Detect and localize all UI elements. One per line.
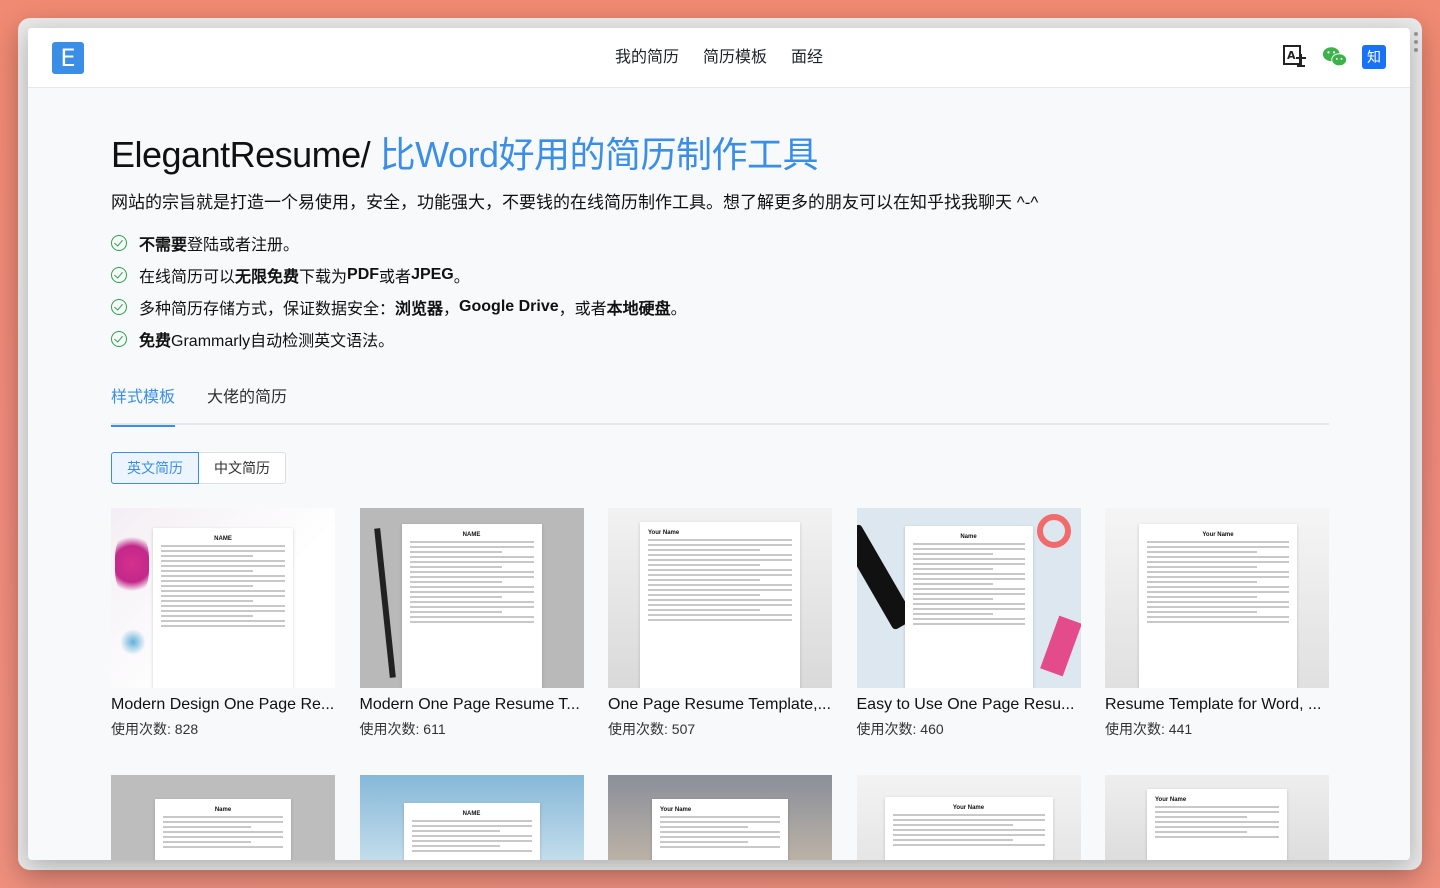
resume-paper: NAME [403,803,540,860]
check-circle-icon [111,267,127,283]
template-title[interactable]: Modern Design One Page Re... [111,696,335,714]
template-card[interactable]: Your Name [856,775,1081,860]
template-thumbnail[interactable]: Name [111,775,335,860]
resume-paper: Name [904,526,1033,688]
chinese-resume-button[interactable]: 中文简历 [199,452,286,484]
main-nav: 我的简历 简历模板 面经 [28,28,1410,88]
template-card[interactable]: Your Name [1105,775,1329,860]
template-grid: NAME Modern Design One Page Re... 使用次数: … [111,508,1331,860]
template-tabs: 样式模板 大佬的简历 [111,380,1329,427]
feature-item: 多种简历存储方式，保证数据安全： 浏览器， Google Drive ，或者 本地硬盘。 [111,291,1038,323]
template-thumbnail[interactable]: Your Name [1105,775,1329,860]
english-resume-button[interactable]: 英文简历 [111,452,199,484]
usage-count: 使用次数: 441 [1105,721,1193,737]
usage-count: 使用次数: 611 [359,721,446,737]
wechat-icon[interactable] [1322,44,1348,70]
resume-paper: Your Name [652,799,788,860]
resume-paper: NAME [153,528,293,688]
app-window: E 我的简历 简历模板 面经 A 知 ElegantResume/ 比Word好… [28,28,1410,860]
translate-icon[interactable]: A [1282,44,1308,70]
nav-interviews[interactable]: 面经 [791,28,823,88]
template-thumbnail[interactable]: Your Name [608,508,832,688]
decor-splash [115,532,149,596]
decor-pencil [373,528,396,678]
template-title[interactable]: Easy to Use One Page Resu... [857,696,1081,714]
check-circle-icon [111,331,127,347]
template-thumbnail[interactable]: NAME [359,508,584,688]
feature-item: 在线简历可以 无限免费 下载为 PDF 或者 JPEG。 [111,259,1038,291]
resume-paper: Your Name [884,797,1053,860]
page-title: ElegantResume/ 比Word好用的简历制作工具 [111,134,819,175]
template-thumbnail[interactable]: Your Name [856,775,1081,860]
template-thumbnail[interactable]: NAME [359,775,584,860]
resume-paper: Your Name [1139,524,1297,688]
template-title[interactable]: One Page Resume Template,... [608,696,832,714]
nav-resume-templates[interactable]: 简历模板 [703,28,767,88]
template-title[interactable]: Modern One Page Resume T... [360,696,584,714]
template-card[interactable]: Your Name Resume Template for Word, ... … [1105,508,1329,739]
template-thumbnail[interactable]: Your Name [608,775,832,860]
usage-count: 使用次数: 460 [856,721,944,737]
template-card[interactable]: NAME [359,775,584,860]
tab-style-templates[interactable]: 样式模板 [111,380,176,427]
resume-paper: Your Name [640,522,800,688]
language-switch: 英文简历 中文简历 [111,452,286,484]
feature-item: 不需要 登陆或者注册。 [111,227,1038,259]
resume-paper: Your Name [1147,789,1287,860]
template-card[interactable]: Your Name One Page Resume Template,... 使… [608,508,832,739]
resume-paper: Name [155,799,291,860]
zhihu-icon[interactable]: 知 [1362,45,1386,69]
tab-expert-resumes[interactable]: 大佬的简历 [207,380,287,425]
check-circle-icon [111,299,127,315]
template-thumbnail[interactable]: Name [856,508,1081,688]
template-card[interactable]: NAME Modern One Page Resume T... 使用次数: 6… [359,508,584,739]
usage-count: 使用次数: 828 [111,721,199,737]
template-card[interactable]: Name [111,775,335,860]
window-drag-handle[interactable] [1414,32,1420,52]
svg-text:A: A [1287,49,1296,62]
feature-list: 不需要 登陆或者注册。 在线简历可以 无限免费 下载为 PDF 或者 JPEG。 多种简历存… [111,227,1038,355]
template-title[interactable]: Resume Template for Word, ... [1105,696,1329,714]
resume-paper: NAME [401,524,542,688]
template-card[interactable]: Your Name [608,775,832,860]
template-card[interactable]: NAME Modern Design One Page Re... 使用次数: … [111,508,335,739]
nav-my-resume[interactable]: 我的简历 [615,28,679,88]
header-actions: A 知 [1282,44,1386,70]
template-thumbnail[interactable]: NAME [111,508,335,688]
feature-item: 免费 Grammarly自动检测英文语法。 [111,323,1038,355]
decor-tape [1036,514,1071,548]
top-navbar: E 我的简历 简历模板 面经 A 知 [28,28,1410,88]
template-card[interactable]: Name Easy to Use One Page Resu... 使用次数: … [856,508,1081,739]
template-thumbnail[interactable]: Your Name [1105,508,1329,688]
decor-splash [121,628,145,656]
hero-section: ElegantResume/ 比Word好用的简历制作工具 网站的宗旨就是打造一… [111,126,1038,355]
check-circle-icon [111,235,127,251]
site-description: 网站的宗旨就是打造一个易使用，安全，功能强大，不要钱的在线简历制作工具。想了解更… [111,193,1039,212]
decor-clip [1039,615,1081,677]
usage-count: 使用次数: 507 [608,721,696,737]
